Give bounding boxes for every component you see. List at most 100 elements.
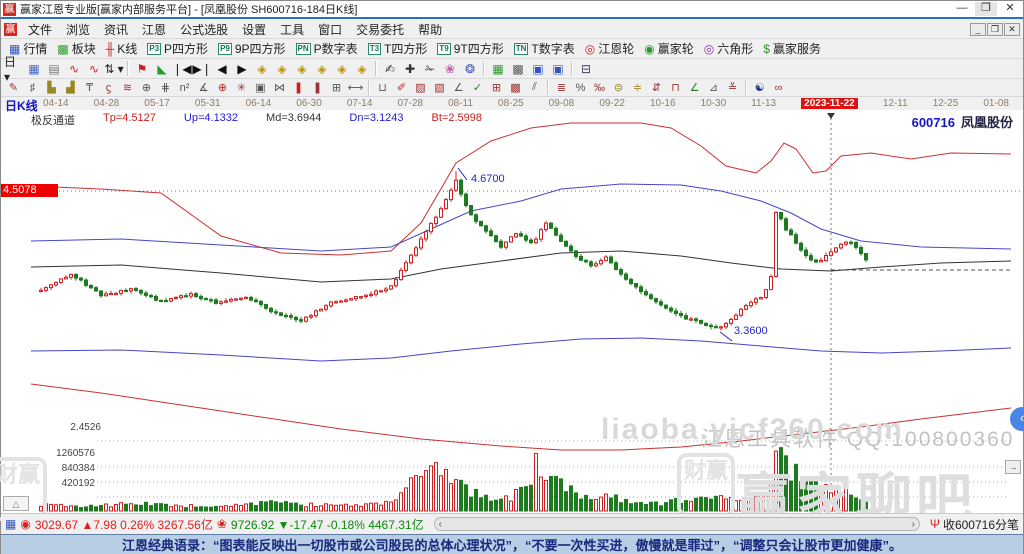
t9-square-button[interactable]: T99T四方形 — [432, 39, 508, 58]
t-square-button[interactable]: T3T四方形 — [363, 39, 433, 58]
hand-tool-icon[interactable]: ✍ — [380, 60, 400, 77]
draw-slashes-icon[interactable]: ⫽ — [525, 80, 544, 95]
draw-bowtie-icon[interactable]: ⋈ — [270, 80, 289, 95]
infinity-icon[interactable]: ∞ — [769, 80, 788, 95]
scroll-left-arrow[interactable]: ‹ — [439, 519, 442, 530]
chart-window-icon[interactable]: ▦ — [24, 60, 44, 77]
shanghai-index-quote[interactable]: 3029.67 ▲7.98 0.26% 3267.56亿 — [35, 516, 213, 533]
draw-cup-icon[interactable]: ⊔ — [373, 80, 392, 95]
crosshair-tool-icon[interactable]: ✚ — [400, 60, 420, 77]
cut-tool-icon[interactable]: ✁ — [420, 60, 440, 77]
draw-spiral-icon[interactable]: ϛ — [99, 80, 118, 95]
draw-bars2-icon[interactable]: ❚ — [308, 80, 327, 95]
zoom-right-icon[interactable]: ◈ — [272, 60, 292, 77]
save-layout-icon[interactable]: ▣ — [528, 60, 548, 77]
trend-line2-icon[interactable]: ∿ — [84, 60, 104, 77]
draw-grid2-icon[interactable]: ⊞ — [327, 80, 346, 95]
draw-protractor-icon[interactable]: ∡ — [194, 80, 213, 95]
tick-feed-label[interactable]: 收600716分笔 — [943, 516, 1019, 533]
draw-tower2-icon[interactable]: ▟ — [61, 80, 80, 95]
winner-wheel-button[interactable]: ◉赢家轮 — [639, 39, 699, 58]
color-triangle-icon[interactable]: ◣ — [152, 60, 172, 77]
draw-box-icon[interactable]: ▣ — [251, 80, 270, 95]
quote-grid-icon[interactable]: ▦ — [5, 517, 16, 531]
last-page-icon[interactable]: ▶❘ — [192, 60, 212, 77]
kline-button[interactable]: ╫K线 — [101, 39, 143, 58]
flag-chart-icon[interactable]: ⚑ — [132, 60, 152, 77]
menu-item-7[interactable]: 窗口 — [311, 20, 349, 39]
zoom-left-icon[interactable]: ◈ — [252, 60, 272, 77]
draw-gold1-icon[interactable]: ⊜ — [609, 80, 628, 95]
period-selector[interactable]: 日 ▾ — [4, 60, 24, 77]
first-page-icon[interactable]: ❘◀ — [172, 60, 192, 77]
sectors-button[interactable]: ▩板块 — [52, 39, 100, 58]
spiral-tool-icon[interactable]: ❂ — [460, 60, 480, 77]
shenzhen-index-quote[interactable]: 9726.92 ▼-17.47 -0.18% 4467.31亿 — [231, 516, 424, 533]
draw-grid4-icon[interactable]: ▩ — [506, 80, 525, 95]
draw-rays-icon[interactable]: ✐ — [392, 80, 411, 95]
mdi-close-button[interactable]: ✕ — [1004, 23, 1020, 36]
menu-item-0[interactable]: 文件 — [21, 20, 59, 39]
draw-tower1-icon[interactable]: ▙ — [42, 80, 61, 95]
t-table-button[interactable]: TNT数字表 — [509, 39, 580, 58]
scroll-right-arrow[interactable]: › — [912, 519, 915, 530]
draw-angle-icon[interactable]: ∠ — [449, 80, 468, 95]
draw-gold2-icon[interactable]: ≑ — [628, 80, 647, 95]
draw-wedge-icon[interactable]: ⊿ — [704, 80, 723, 95]
menu-item-3[interactable]: 江恩 — [135, 20, 173, 39]
taiji-icon[interactable]: ☯ — [750, 80, 769, 95]
draw-harrow-icon[interactable]: ⟷ — [346, 80, 365, 95]
menu-item-6[interactable]: 工具 — [273, 20, 311, 39]
info-card-icon[interactable]: ▤ — [44, 60, 64, 77]
mdi-restore-button[interactable]: ❐ — [987, 23, 1003, 36]
gann-wheel-button[interactable]: ◎江恩轮 — [580, 39, 640, 58]
draw-updown-icon[interactable]: ⇵ — [647, 80, 666, 95]
winner-service-button[interactable]: $赢家服务 — [758, 39, 826, 58]
draw-lines-icon[interactable]: ≣ — [552, 80, 571, 95]
draw-tbar-icon[interactable]: ₸ — [80, 80, 99, 95]
maximize-button[interactable]: ❐ — [975, 2, 997, 16]
draw-gate-icon[interactable]: ⊓ — [666, 80, 685, 95]
draw-n2-icon[interactable]: n² — [175, 80, 194, 95]
menu-item-8[interactable]: 交易委托 — [349, 20, 411, 39]
draw-grid3-icon[interactable]: ⊞ — [487, 80, 506, 95]
next-bar-icon[interactable]: ▶ — [232, 60, 252, 77]
draw-percent-icon[interactable]: % — [571, 80, 590, 95]
pane-expand-button[interactable]: △ — [3, 496, 29, 511]
calendar-icon[interactable]: ▦ — [488, 60, 508, 77]
p-table-button[interactable]: PNP数字表 — [291, 39, 363, 58]
draw-bars1-icon[interactable]: ❚ — [289, 80, 308, 95]
draw-pen-icon[interactable]: ✎ — [4, 80, 23, 95]
draw-shade1-icon[interactable]: ▨ — [411, 80, 430, 95]
candle-style-icon[interactable]: ⇅ ▾ — [104, 60, 124, 77]
menu-item-4[interactable]: 公式选股 — [173, 20, 235, 39]
p-square-button[interactable]: P3P四方形 — [142, 39, 213, 58]
trend-line-icon[interactable]: ∿ — [64, 60, 84, 77]
save-icon[interactable]: ▣ — [548, 60, 568, 77]
chart-region[interactable]: 日K线 04-1404-2805-1705-3106-1406-3007-140… — [1, 97, 1023, 513]
draw-permille-icon[interactable]: ‰ — [590, 80, 609, 95]
mdi-minimize-button[interactable]: _ — [970, 23, 986, 36]
draw-hash-icon[interactable]: ⋕ — [156, 80, 175, 95]
draw-angle2-icon[interactable]: ∠ — [685, 80, 704, 95]
hexagon-button[interactable]: ◎六角形 — [699, 39, 759, 58]
draw-shade2-icon[interactable]: ▧ — [430, 80, 449, 95]
draw-grid-icon[interactable]: ♯ — [23, 80, 42, 95]
zoom-all-icon[interactable]: ◈ — [352, 60, 372, 77]
flower-tool-icon[interactable]: ❀ — [440, 60, 460, 77]
draw-compass-icon[interactable]: ⊕ — [137, 80, 156, 95]
volume-scroll-button[interactable]: → — [1005, 460, 1021, 474]
zoom-fit-icon[interactable]: ◈ — [332, 60, 352, 77]
zoom-out-icon[interactable]: ◈ — [312, 60, 332, 77]
menu-item-2[interactable]: 资讯 — [97, 20, 135, 39]
draw-target-icon[interactable]: ⊕ — [213, 80, 232, 95]
horizontal-scrollbar[interactable]: ‹ › — [434, 517, 920, 531]
menu-item-5[interactable]: 设置 — [235, 20, 273, 39]
draw-angle-set-icon[interactable]: ≋ — [118, 80, 137, 95]
draw-star-icon[interactable]: ✳ — [232, 80, 251, 95]
draw-check-icon[interactable]: ✓ — [468, 80, 487, 95]
zoom-in-icon[interactable]: ◈ — [292, 60, 312, 77]
p9-square-button[interactable]: P99P四方形 — [213, 39, 290, 58]
truck-icon[interactable]: ⊟ — [576, 60, 596, 77]
draw-steps-icon[interactable]: ≚ — [723, 80, 742, 95]
